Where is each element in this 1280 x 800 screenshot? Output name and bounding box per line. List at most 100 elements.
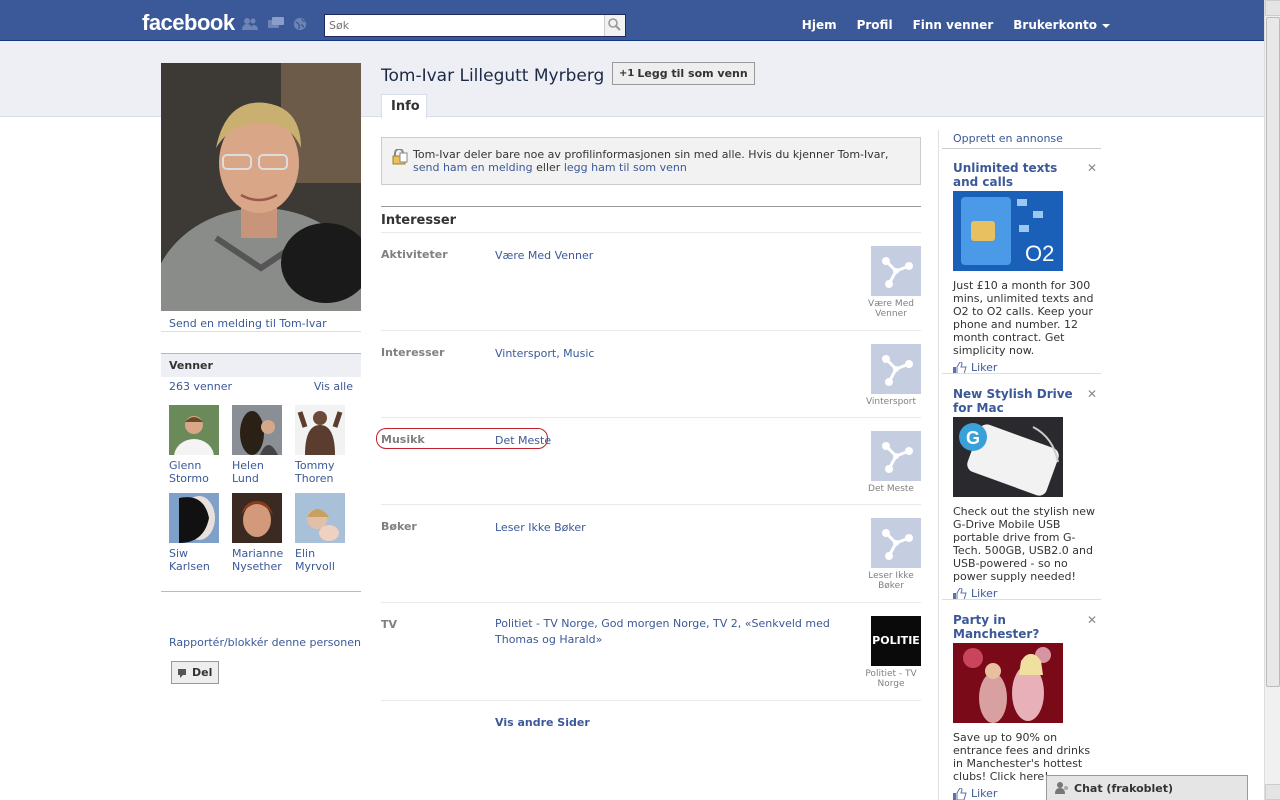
friend-item[interactable]: Tommy Thoren bbox=[295, 405, 355, 485]
row-value-link[interactable]: Leser Ikke Bøker bbox=[495, 520, 840, 536]
scroll-up-arrow[interactable] bbox=[1265, 0, 1280, 16]
friend-name[interactable]: Siw Karlsen bbox=[169, 547, 229, 573]
ad-item[interactable]: Unlimited texts and calls ✕ O2 Just £10 … bbox=[953, 161, 1099, 374]
page-placeholder-icon bbox=[871, 431, 921, 481]
thumb-caption: Politiet - TV Norge bbox=[865, 669, 917, 689]
friend-name[interactable]: Marianne Nysether bbox=[232, 547, 292, 573]
friend-requests-icon[interactable] bbox=[242, 17, 258, 31]
send-message-link[interactable]: Send en melding til Tom-Ivar bbox=[161, 312, 361, 332]
thumbs-up-icon bbox=[953, 587, 967, 600]
nav-account[interactable]: Brukerkonto bbox=[1003, 11, 1120, 39]
thumb-caption: Det Meste bbox=[868, 484, 914, 494]
friends-see-all-link[interactable]: Vis alle bbox=[314, 380, 353, 393]
friends-title: Venner bbox=[161, 353, 361, 377]
profile-picture[interactable] bbox=[161, 63, 361, 311]
privacy-notice: Tom-Ivar deler bare noe av profilinforma… bbox=[381, 137, 921, 185]
row-value-link[interactable]: Vintersport, Music bbox=[495, 346, 840, 362]
friend-avatar[interactable] bbox=[295, 405, 345, 455]
chat-offline-icon bbox=[1055, 782, 1068, 794]
friend-avatar[interactable] bbox=[295, 493, 345, 543]
friend-avatar[interactable] bbox=[169, 493, 219, 543]
friend-name[interactable]: Glenn Stormo bbox=[169, 459, 229, 485]
close-icon[interactable]: ✕ bbox=[1087, 387, 1097, 401]
ad-body: Check out the stylish new G-Drive Mobile… bbox=[953, 505, 1095, 583]
search-button[interactable] bbox=[604, 15, 625, 36]
send-message-inline-link[interactable]: send ham en melding bbox=[413, 161, 533, 174]
chat-bar[interactable]: Chat (frakoblet) bbox=[1046, 775, 1248, 800]
ad-body: Just £10 a month for 300 mins, unlimited… bbox=[953, 279, 1094, 357]
report-block-link[interactable]: Rapportér/blokkér denne personen bbox=[169, 636, 361, 649]
scrollbar[interactable] bbox=[1264, 0, 1280, 800]
ad-item[interactable]: Party in Manchester? ✕ Save up to 90% on… bbox=[953, 613, 1099, 800]
create-ad-link[interactable]: Opprett en annonse bbox=[953, 132, 1063, 145]
row-label: Interesser bbox=[381, 346, 445, 359]
friend-avatar[interactable] bbox=[232, 493, 282, 543]
nav-account-label: Brukerkonto bbox=[1013, 18, 1097, 32]
tab-info[interactable]: Info bbox=[381, 94, 427, 118]
facebook-logo[interactable]: facebook bbox=[142, 10, 235, 36]
share-icon bbox=[178, 668, 186, 678]
scroll-down-arrow[interactable] bbox=[1265, 784, 1280, 800]
page-placeholder-icon bbox=[871, 246, 921, 296]
divider bbox=[942, 373, 1101, 374]
search-box bbox=[324, 14, 626, 37]
friend-name[interactable]: Elin Myrvoll bbox=[295, 547, 355, 573]
ad-image[interactable]: G bbox=[953, 417, 1063, 497]
gtech-logo-text: G bbox=[966, 428, 980, 448]
row-label: TV bbox=[381, 618, 398, 631]
page-thumb[interactable]: Det Meste bbox=[861, 431, 921, 494]
highlight-annotation bbox=[376, 428, 548, 449]
divider bbox=[942, 148, 1101, 149]
show-other-pages-link[interactable]: Vis andre Sider bbox=[495, 716, 590, 729]
close-icon[interactable]: ✕ bbox=[1087, 161, 1097, 175]
friend-avatar[interactable] bbox=[232, 405, 282, 455]
top-navigation: Hjem Profil Finn venner Brukerkonto bbox=[792, 11, 1120, 39]
friend-name[interactable]: Tommy Thoren bbox=[295, 459, 355, 485]
search-icon bbox=[608, 18, 621, 31]
friend-item[interactable]: Elin Myrvoll bbox=[295, 493, 355, 573]
add-friend-button[interactable]: +1 Legg til som venn bbox=[612, 62, 755, 85]
page-thumb[interactable]: Leser Ikke Bøker bbox=[861, 518, 921, 591]
row-value-link[interactable]: Politiet - TV Norge, God morgen Norge, T… bbox=[495, 616, 840, 648]
friend-item[interactable]: Marianne Nysether bbox=[232, 493, 292, 573]
share-button[interactable]: Del bbox=[171, 661, 220, 684]
ad-title[interactable]: Unlimited texts and calls bbox=[953, 161, 1078, 189]
page-thumb[interactable]: Vintersport bbox=[861, 344, 921, 407]
divider bbox=[942, 599, 1101, 600]
scrollbar-thumb[interactable] bbox=[1266, 17, 1280, 687]
page-placeholder-icon bbox=[871, 518, 921, 568]
ad-image[interactable] bbox=[953, 643, 1063, 723]
page-thumb[interactable]: Være Med Venner bbox=[861, 246, 921, 319]
friend-name[interactable]: Helen Lund bbox=[232, 459, 292, 485]
ad-title[interactable]: Party in Manchester? bbox=[953, 613, 1078, 641]
add-friend-inline-link[interactable]: legg ham til som venn bbox=[564, 161, 687, 174]
chat-label: Chat (frakoblet) bbox=[1074, 781, 1174, 795]
page-thumb[interactable]: POLITIE Politiet - TV Norge bbox=[861, 616, 921, 689]
friend-avatar[interactable] bbox=[169, 405, 219, 455]
friend-item[interactable]: Helen Lund bbox=[232, 405, 292, 485]
search-input[interactable] bbox=[325, 15, 601, 36]
thumb-caption: Leser Ikke Bøker bbox=[868, 571, 914, 591]
privacy-text-middle: eller bbox=[532, 161, 564, 174]
more-pages-link-container: Vis andre Sider bbox=[381, 700, 921, 729]
messages-icon[interactable] bbox=[268, 17, 284, 31]
nav-find-friends[interactable]: Finn venner bbox=[903, 11, 1004, 39]
interest-row: Aktiviteter Være Med Venner Være Med Ven… bbox=[381, 232, 921, 330]
ad-item[interactable]: New Stylish Drive for Mac ✕ G Check out … bbox=[953, 387, 1099, 600]
interest-row: TV Politiet - TV Norge, God morgen Norge… bbox=[381, 602, 921, 700]
friends-subheader: 263 venner Vis alle bbox=[161, 377, 361, 395]
profile-name: Tom-Ivar Lillegutt Myrberg bbox=[381, 66, 605, 86]
nav-profile[interactable]: Profil bbox=[847, 11, 903, 39]
ad-title[interactable]: New Stylish Drive for Mac bbox=[953, 387, 1078, 415]
nav-home[interactable]: Hjem bbox=[792, 11, 847, 39]
ad-like-label: Liker bbox=[971, 787, 998, 800]
thumbs-up-icon bbox=[953, 787, 967, 800]
friend-item[interactable]: Glenn Stormo bbox=[169, 405, 229, 485]
ad-image[interactable]: O2 bbox=[953, 191, 1063, 271]
notifications-globe-icon[interactable] bbox=[292, 17, 308, 31]
close-icon[interactable]: ✕ bbox=[1087, 613, 1097, 627]
friends-count-link[interactable]: 263 venner bbox=[169, 380, 232, 393]
row-value-link[interactable]: Være Med Venner bbox=[495, 248, 840, 264]
friend-item[interactable]: Siw Karlsen bbox=[169, 493, 229, 573]
tv-show-image: POLITIE bbox=[871, 616, 921, 666]
